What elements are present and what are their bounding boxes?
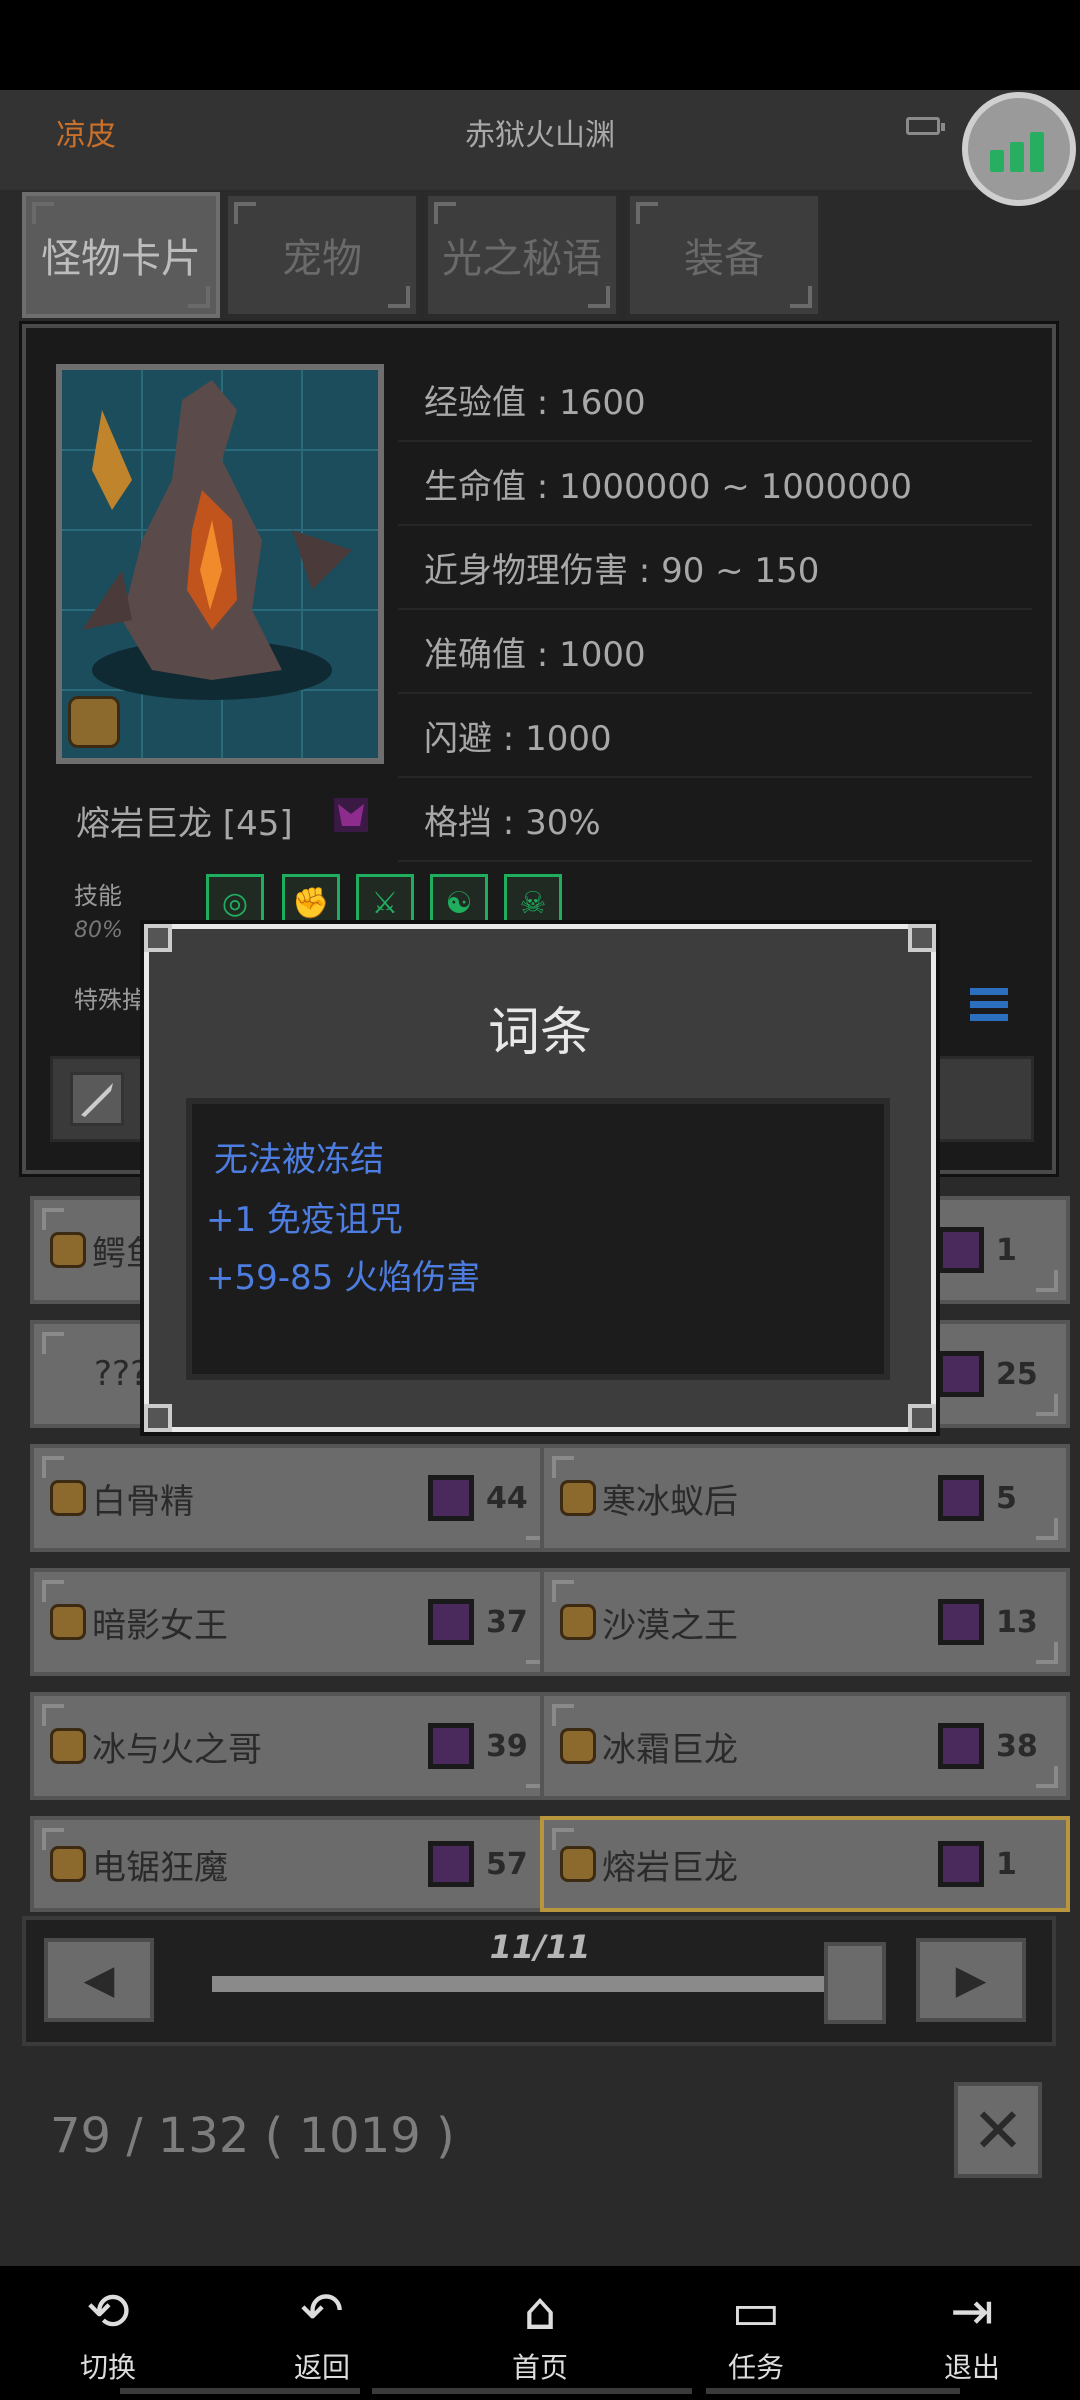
gesture-line xyxy=(706,2388,960,2394)
affix-item: +59-85 火焰伤害 xyxy=(206,1258,481,1298)
nav-switch[interactable]: ⟲ 切换 xyxy=(48,2282,168,2386)
back-icon: ↶ xyxy=(300,2282,344,2342)
status-bar xyxy=(0,0,1080,90)
nav-back[interactable]: ↶ 返回 xyxy=(262,2282,382,2386)
nav-label: 任务 xyxy=(727,2351,784,2384)
nav-label: 切换 xyxy=(79,2351,136,2384)
nav-tasks[interactable]: ▭ 任务 xyxy=(696,2282,816,2386)
nav-label: 退出 xyxy=(943,2351,1000,2384)
nav-label: 首页 xyxy=(511,2351,568,2384)
frame-corner xyxy=(908,924,936,952)
nav-home[interactable]: ⌂ 首页 xyxy=(480,2282,600,2386)
tasks-icon: ▭ xyxy=(731,2282,781,2342)
frame-corner xyxy=(908,1404,936,1432)
switch-icon: ⟲ xyxy=(86,2282,130,2342)
nav-exit[interactable]: ⇥ 退出 xyxy=(912,2282,1032,2386)
affix-item: 无法被冻结 xyxy=(214,1140,384,1180)
gesture-line xyxy=(372,2388,692,2394)
gesture-line xyxy=(120,2388,360,2394)
exit-icon: ⇥ xyxy=(950,2282,994,2342)
modal-title: 词条 xyxy=(487,1003,592,1063)
frame-corner xyxy=(144,924,172,952)
home-icon: ⌂ xyxy=(523,2282,557,2342)
affix-item: +1 免疫诅咒 xyxy=(206,1200,403,1240)
frame-corner xyxy=(144,1404,172,1432)
nav-label: 返回 xyxy=(293,2351,350,2384)
